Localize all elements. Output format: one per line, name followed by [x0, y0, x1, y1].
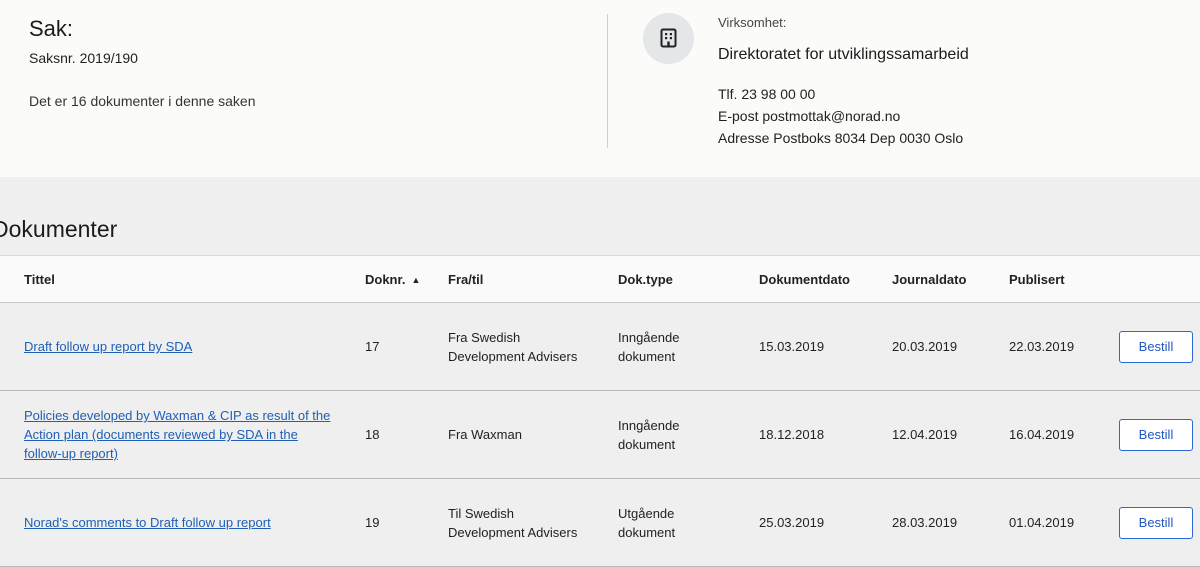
table-row: Norad's comments to Draft follow up repo…: [0, 478, 1200, 567]
action-cell: Bestill: [1119, 302, 1200, 391]
table-row: Policies developed by Waxman & CIP as re…: [0, 390, 1200, 479]
document-title-link[interactable]: Norad's comments to Draft follow up repo…: [24, 515, 271, 530]
title-cell: Draft follow up report by SDA: [0, 302, 365, 391]
type-cell: Inngående dokument: [618, 390, 759, 479]
type-cell: Inngående dokument: [618, 302, 759, 391]
org-phone: Tlf. 23 98 00 00: [718, 86, 816, 102]
case-header: Sak: Saksnr. 2019/190 Det er 16 dokument…: [0, 0, 1200, 177]
org-address: Adresse Postboks 8034 Dep 0030 Oslo: [718, 130, 964, 146]
divider: [607, 14, 608, 148]
order-button[interactable]: Bestill: [1119, 506, 1193, 539]
table-header-row: Tittel Doknr. ▲ Fra/til Dok.type Dokument…: [0, 255, 1200, 303]
order-button[interactable]: Bestill: [1119, 330, 1193, 363]
action-cell: Bestill: [1119, 390, 1200, 479]
doc-date-cell: 15.03.2019: [759, 302, 892, 391]
doc-date-cell: 18.12.2018: [759, 390, 892, 479]
column-header-docnr-label: Doknr.: [365, 271, 406, 287]
journal-date-cell: 20.03.2019: [892, 302, 1009, 391]
column-header-action: [1119, 255, 1200, 303]
journal-date-cell: 12.04.2019: [892, 390, 1009, 479]
from-to-cell: Fra Waxman: [448, 390, 618, 479]
documents-heading: Dokumenter: [0, 216, 118, 242]
building-icon: [643, 13, 694, 64]
journal-date-cell: 28.03.2019: [892, 478, 1009, 567]
docnr-cell: 17: [365, 302, 448, 391]
case-number: Saksnr. 2019/190: [29, 50, 138, 66]
org-name: Direktoratet for utviklingssamarbeid: [718, 46, 969, 63]
doc-date-cell: 25.03.2019: [759, 478, 892, 567]
title-cell: Norad's comments to Draft follow up repo…: [0, 478, 365, 567]
order-button[interactable]: Bestill: [1119, 418, 1193, 451]
published-cell: 01.04.2019: [1009, 478, 1119, 567]
table-row: Draft follow up report by SDA 17 Fra Swe…: [0, 302, 1200, 391]
column-header-doc-date[interactable]: Dokumentdato: [759, 255, 892, 303]
column-header-type[interactable]: Dok.type: [618, 255, 759, 303]
column-header-journal-date[interactable]: Journaldato: [892, 255, 1009, 303]
document-count: Det er 16 dokumenter i denne saken: [29, 93, 256, 109]
from-to-cell: Fra Swedish Development Advisers: [448, 302, 618, 391]
type-cell: Utgående dokument: [618, 478, 759, 567]
action-cell: Bestill: [1119, 478, 1200, 567]
org-label: Virksomhet:: [718, 15, 787, 30]
case-title: Sak:: [29, 16, 74, 41]
published-cell: 16.04.2019: [1009, 390, 1119, 479]
document-title-link[interactable]: Draft follow up report by SDA: [24, 339, 192, 354]
title-cell: Policies developed by Waxman & CIP as re…: [0, 390, 365, 479]
docnr-cell: 19: [365, 478, 448, 567]
published-cell: 22.03.2019: [1009, 302, 1119, 391]
column-header-title[interactable]: Tittel: [0, 255, 365, 303]
column-header-published[interactable]: Publisert: [1009, 255, 1119, 303]
column-header-from-to[interactable]: Fra/til: [448, 255, 618, 303]
sort-ascending-icon: ▲: [411, 274, 421, 285]
documents-section: Dokumenter Tittel Doknr. ▲ Fra/til Dok.ty…: [0, 177, 1200, 567]
column-header-docnr[interactable]: Doknr. ▲: [365, 255, 448, 303]
org-email: E-post postmottak@norad.no: [718, 108, 901, 124]
document-title-link[interactable]: Policies developed by Waxman & CIP as re…: [24, 408, 330, 461]
from-to-cell: Til Swedish Development Advisers: [448, 478, 618, 567]
documents-table: Tittel Doknr. ▲ Fra/til Dok.type Dokument…: [0, 255, 1200, 567]
docnr-cell: 18: [365, 390, 448, 479]
